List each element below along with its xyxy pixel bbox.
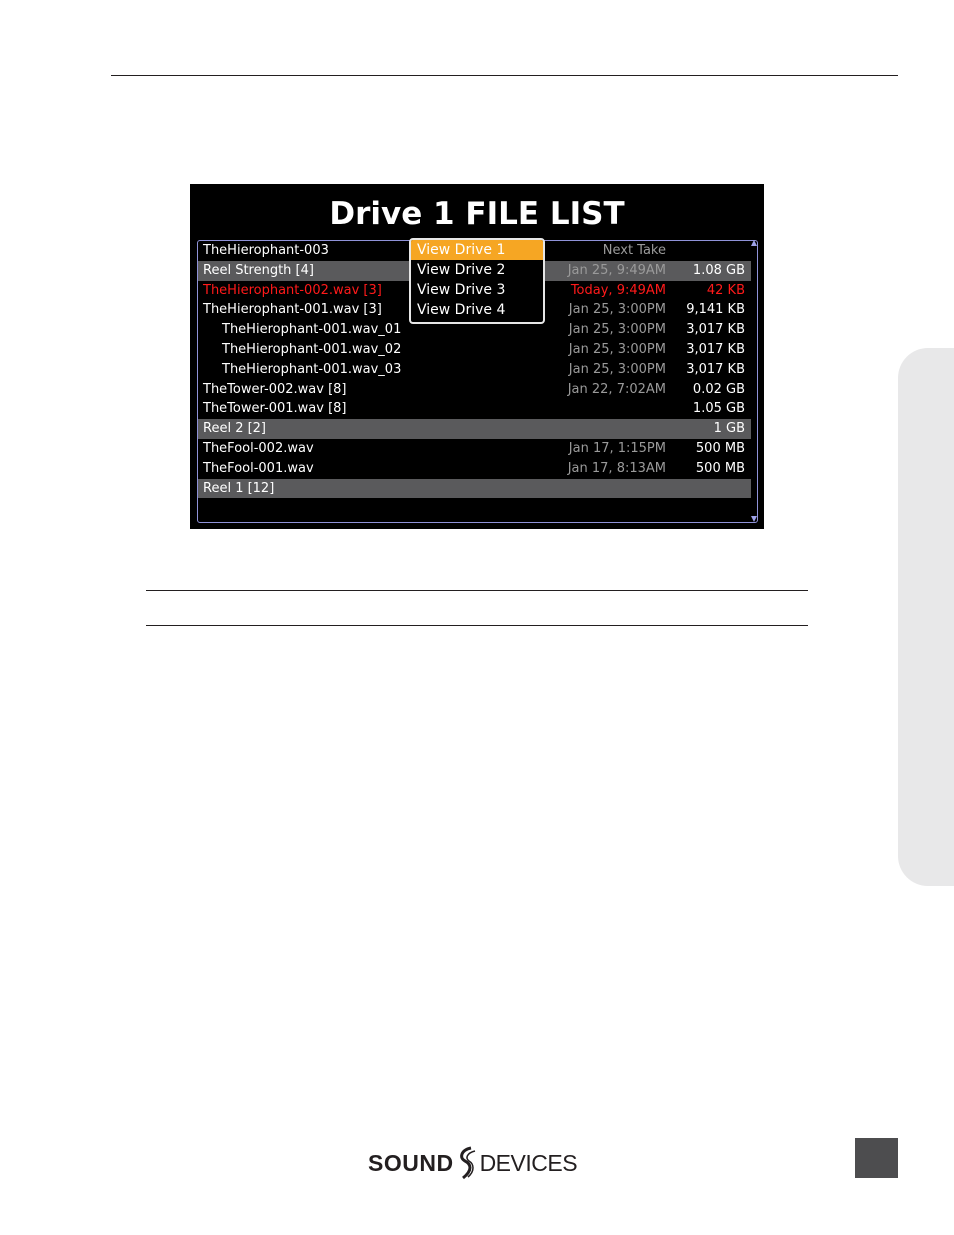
file-row[interactable]: TheFool-002.wav Jan 17, 1:15PM 500 MB	[198, 439, 751, 459]
page-number-box	[855, 1138, 898, 1178]
file-name: TheFool-002.wav	[203, 440, 314, 456]
file-name: Reel 2 [2]	[203, 421, 267, 437]
drive-select-menu: View Drive 1 View Drive 2 View Drive 3 View…	[409, 238, 545, 324]
reel-row[interactable]: Reel 2 [2] 1 GB	[198, 419, 751, 439]
file-size: 1 GB	[713, 421, 745, 437]
file-row[interactable]: TheHierophant-001.wav_03 Jan 25, 3:00PM 3,…	[198, 360, 751, 380]
divider-top	[146, 590, 808, 591]
file-name: Reel 1 [12]	[203, 480, 275, 496]
file-size: 9,141 KB	[686, 302, 745, 318]
file-name: TheHierophant-001.wav_03	[222, 361, 402, 377]
file-size: 0.02 GB	[692, 381, 745, 397]
file-date: Next Take	[602, 243, 666, 258]
menu-item-view-drive-1[interactable]: View Drive 1	[411, 240, 543, 260]
file-date: Today, 9:49AM	[570, 282, 666, 298]
file-date: Jan 22, 7:02AM	[567, 381, 666, 397]
file-date: Jan 17, 1:15PM	[568, 440, 666, 456]
header-rule	[111, 75, 898, 76]
file-name: TheHierophant-001.wav [3]	[203, 302, 382, 318]
file-size: 500 MB	[695, 440, 745, 456]
logo-swirl-icon	[459, 1146, 475, 1180]
file-size: 1.05 GB	[692, 401, 745, 417]
file-size: 3,017 KB	[686, 341, 745, 357]
file-date: Jan 25, 3:00PM	[568, 302, 666, 318]
file-name: Reel Strength [4]	[203, 262, 314, 278]
menu-item-view-drive-4[interactable]: View Drive 4	[411, 300, 543, 320]
scroll-up-arrow-icon[interactable]	[751, 240, 757, 246]
sound-devices-logo: SOUND DEVICES	[368, 1146, 578, 1180]
file-size: 3,017 KB	[686, 361, 745, 377]
section-tab	[898, 348, 954, 886]
file-row[interactable]: TheTower-001.wav [8] 1.05 GB	[198, 399, 751, 419]
screen-title: Drive 1 FILE LIST	[329, 196, 625, 232]
file-name: TheFool-001.wav	[203, 460, 314, 476]
reel-row[interactable]: Reel 1 [12]	[198, 478, 751, 499]
file-date: Jan 25, 3:00PM	[568, 361, 666, 377]
file-size: 42 KB	[706, 282, 745, 298]
file-row[interactable]: TheTower-002.wav [8] Jan 22, 7:02AM 0.02 G…	[198, 380, 751, 400]
file-row[interactable]: TheFool-001.wav Jan 17, 8:13AM 500 MB	[198, 459, 751, 479]
file-size: 1.08 GB	[692, 262, 745, 278]
menu-item-view-drive-2[interactable]: View Drive 2	[411, 260, 543, 280]
file-date: Jan 17, 8:13AM	[567, 460, 666, 476]
file-row[interactable]: TheHierophant-001.wav_02 Jan 25, 3:00PM 3,…	[198, 340, 751, 360]
file-name: TheHierophant-002.wav [3]	[203, 282, 382, 298]
file-date: Jan 25, 3:00PM	[568, 322, 666, 338]
menu-item-view-drive-3[interactable]: View Drive 3	[411, 280, 543, 300]
file-name: TheTower-001.wav [8]	[203, 401, 347, 417]
scroll-down-arrow-icon[interactable]	[751, 516, 757, 522]
file-name: TheTower-002.wav [8]	[203, 381, 347, 397]
file-size: 500 MB	[695, 460, 745, 476]
divider-bottom	[146, 625, 808, 626]
file-name: TheHierophant-001.wav_01	[222, 322, 402, 338]
file-size: 3,017 KB	[686, 322, 745, 338]
file-date: Jan 25, 3:00PM	[568, 341, 666, 357]
file-name: TheHierophant-001.wav_02	[222, 341, 402, 357]
file-date: Jan 25, 9:49AM	[567, 262, 666, 278]
file-name: TheHierophant-003	[203, 243, 329, 258]
file-list-screen: Drive 1 FILE LIST TheHierophant-003 Next …	[190, 184, 764, 529]
